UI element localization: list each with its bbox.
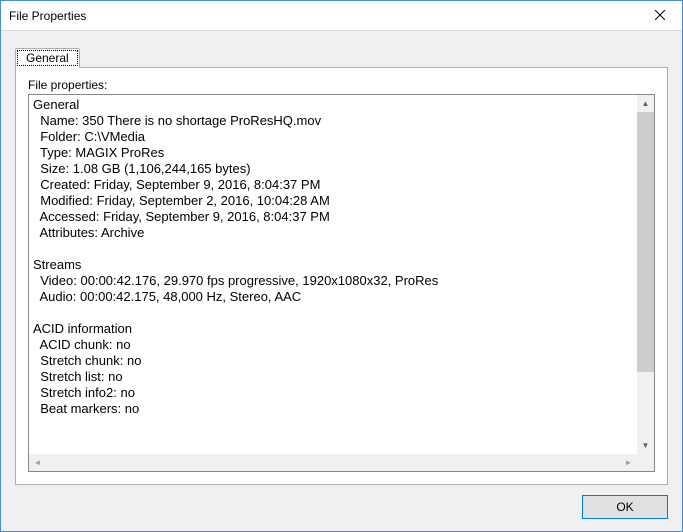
row-attributes: Attributes: Archive bbox=[40, 225, 145, 240]
row-modified: Modified: Friday, September 2, 2016, 10:… bbox=[40, 193, 330, 208]
hscroll-track[interactable] bbox=[46, 454, 620, 471]
window-title: File Properties bbox=[1, 9, 637, 23]
tabpanel-general: File properties: General Name: 350 There… bbox=[15, 67, 668, 485]
scroll-left-arrow-icon[interactable]: ◄ bbox=[29, 454, 46, 471]
section-label: File properties: bbox=[28, 78, 655, 92]
dialog-window: File Properties General File properties:… bbox=[0, 0, 683, 532]
horizontal-scrollbar[interactable]: ◄ ► bbox=[29, 454, 654, 471]
close-icon bbox=[655, 9, 665, 23]
vscroll-track[interactable] bbox=[637, 112, 654, 437]
scroll-down-arrow-icon[interactable]: ▼ bbox=[637, 437, 654, 454]
tabstrip: General bbox=[15, 45, 668, 67]
properties-text: General Name: 350 There is no shortage P… bbox=[29, 95, 637, 454]
row-video: Video: 00:00:42.176, 29.970 fps progress… bbox=[40, 273, 438, 288]
row-name: Name: 350 There is no shortage ProResHQ.… bbox=[40, 113, 321, 128]
tab-general-label: General bbox=[26, 51, 69, 65]
row-stretch-list: Stretch list: no bbox=[40, 369, 122, 384]
client-area: General File properties: General Name: 3… bbox=[1, 31, 682, 531]
vertical-scrollbar[interactable]: ▲ ▼ bbox=[637, 95, 654, 454]
properties-scroll: General Name: 350 There is no shortage P… bbox=[29, 95, 654, 454]
scroll-corner bbox=[637, 454, 654, 471]
row-folder: Folder: C:\VMedia bbox=[40, 129, 145, 144]
group-acid-title: ACID information bbox=[33, 321, 132, 336]
ok-button[interactable]: OK bbox=[582, 495, 668, 519]
button-row: OK bbox=[15, 485, 668, 519]
row-acid-chunk: ACID chunk: no bbox=[40, 337, 131, 352]
row-accessed: Accessed: Friday, September 9, 2016, 8:0… bbox=[40, 209, 330, 224]
row-stretch-chunk: Stretch chunk: no bbox=[40, 353, 141, 368]
row-size: Size: 1.08 GB (1,106,244,165 bytes) bbox=[40, 161, 250, 176]
group-general-title: General bbox=[33, 97, 79, 112]
tab-general[interactable]: General bbox=[15, 48, 80, 68]
row-type: Type: MAGIX ProRes bbox=[40, 145, 164, 160]
group-streams-title: Streams bbox=[33, 257, 81, 272]
ok-button-label: OK bbox=[616, 500, 633, 514]
row-beat-markers: Beat markers: no bbox=[40, 401, 139, 416]
scroll-up-arrow-icon[interactable]: ▲ bbox=[637, 95, 654, 112]
scroll-right-arrow-icon[interactable]: ► bbox=[620, 454, 637, 471]
vscroll-thumb[interactable] bbox=[637, 112, 654, 372]
titlebar: File Properties bbox=[1, 1, 682, 31]
close-button[interactable] bbox=[637, 1, 682, 31]
properties-box: General Name: 350 There is no shortage P… bbox=[28, 94, 655, 472]
row-created: Created: Friday, September 9, 2016, 8:04… bbox=[40, 177, 320, 192]
row-stretch-info2: Stretch info2: no bbox=[40, 385, 135, 400]
row-audio: Audio: 00:00:42.175, 48,000 Hz, Stereo, … bbox=[40, 289, 302, 304]
